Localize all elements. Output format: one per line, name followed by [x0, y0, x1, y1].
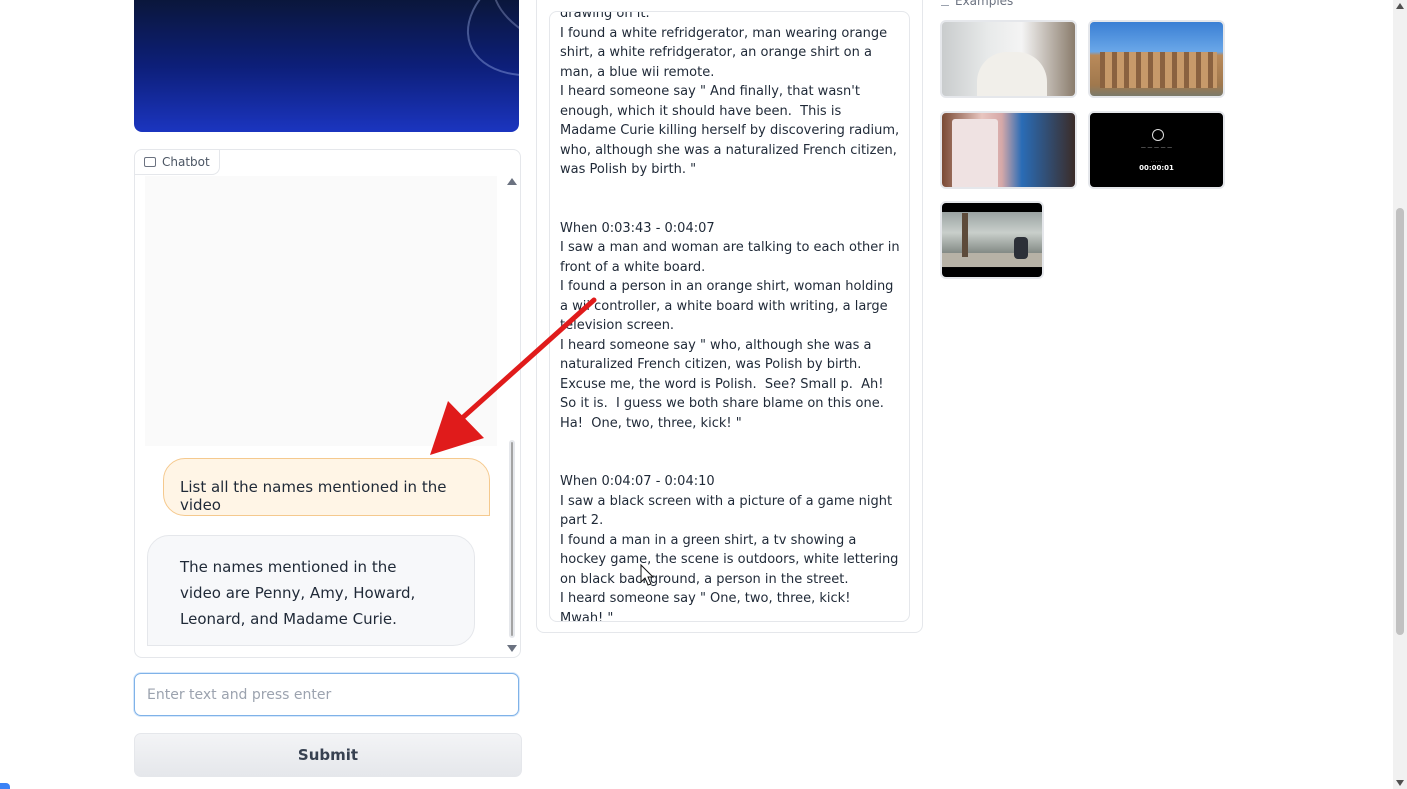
- user-message: List all the names mentioned in the vide…: [163, 458, 490, 516]
- example-thumbnail-street[interactable]: [940, 201, 1044, 279]
- chatbot-label-text: Chatbot: [162, 155, 210, 169]
- example-thumbnail-fridge[interactable]: [940, 111, 1077, 189]
- video-preview[interactable]: [134, 0, 519, 132]
- street-motorbike: [1014, 237, 1028, 259]
- scroll-down-icon[interactable]: [507, 645, 517, 652]
- corner-accent: [0, 783, 10, 789]
- page-scroll-down-icon[interactable]: [1396, 780, 1404, 786]
- thumbnail-timer: 00:00:01: [1139, 164, 1174, 172]
- example-thumbnail-game-night[interactable]: — — — — — · · · · · 00:00:01: [1088, 111, 1225, 189]
- list-icon: [941, 0, 949, 6]
- output-text: drawing on it. I found a white refridger…: [560, 11, 900, 622]
- chat-scroll-thumb[interactable]: [509, 440, 515, 638]
- bot-message: The names mentioned in the video are Pen…: [147, 535, 475, 646]
- page-scroll-thumb[interactable]: [1396, 208, 1404, 635]
- thumbnail-caption-line: — — — — —: [1140, 145, 1173, 151]
- chatbot-panel: Chatbot List all the names mentioned in …: [134, 149, 521, 658]
- page-scroll-up-icon[interactable]: [1396, 3, 1404, 9]
- chat-history-area: [145, 176, 497, 446]
- chat-icon: [144, 157, 156, 167]
- colosseum-arches: [1100, 52, 1217, 88]
- chatbot-label: Chatbot: [135, 150, 220, 175]
- chat-text-input[interactable]: [134, 673, 519, 716]
- submit-button[interactable]: Submit: [134, 733, 522, 777]
- example-thumbnail-colosseum[interactable]: [1088, 20, 1225, 98]
- output-textbox[interactable]: drawing on it. I found a white refridger…: [549, 11, 910, 622]
- page-scrollbar[interactable]: [1393, 0, 1407, 789]
- example-thumbnail-bedroom[interactable]: [940, 20, 1077, 98]
- scroll-up-icon[interactable]: [507, 178, 517, 185]
- street-tree: [962, 213, 968, 257]
- chat-scrollbar[interactable]: [507, 178, 517, 652]
- examples-label: Examples: [941, 0, 1013, 8]
- examples-label-text: Examples: [955, 0, 1014, 8]
- fridge-shape: [952, 119, 998, 187]
- bed-shape: [977, 52, 1047, 96]
- logo-icon: [1152, 129, 1164, 141]
